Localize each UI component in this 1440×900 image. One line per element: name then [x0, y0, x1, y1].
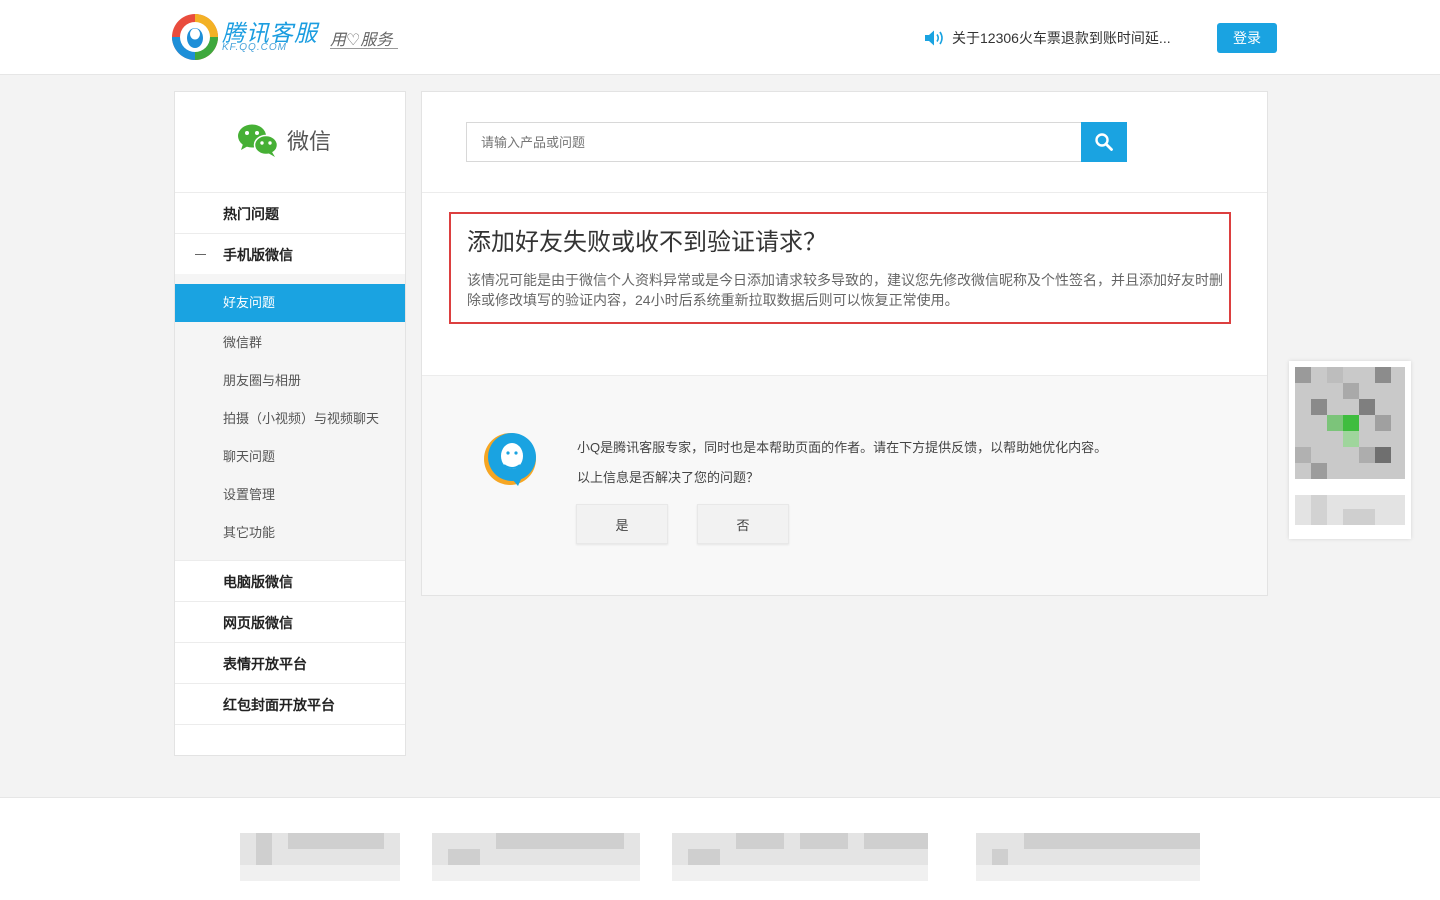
question-title: 添加好友失败或收不到验证请求？ [467, 229, 827, 256]
submenu: 好友问题 微信群 朋友圈与相册 拍摄（小视频）与视频聊天 聊天问题 设置管理 其… [175, 274, 405, 560]
sidebar-subitem-moments[interactable]: 朋友圈与相册 [223, 370, 301, 389]
divider [175, 560, 405, 561]
qr-code-icon [1295, 367, 1405, 525]
search-button[interactable] [1081, 122, 1127, 162]
xiaoq-avatar-icon [484, 433, 536, 486]
qr-code-card[interactable] [1289, 361, 1411, 539]
product-name: 微信 [287, 129, 332, 154]
no-button[interactable]: 否 [697, 504, 789, 544]
sidebar-item-hot[interactable]: 热门问题 [223, 204, 279, 224]
main-content: 添加好友失败或收不到验证请求？ 该情况可能是由于微信个人资料异常或是今日添加请求… [421, 91, 1268, 596]
sidebar-item-sticker-platform[interactable]: 表情开放平台 [223, 654, 307, 674]
divider [175, 601, 405, 602]
sidebar-subitem-other[interactable]: 其它功能 [223, 522, 275, 541]
sidebar-subitem-chat[interactable]: 聊天问题 [223, 446, 275, 465]
answer-highlight: 添加好友失败或收不到验证请求？ 该情况可能是由于微信个人资料异常或是今日添加请求… [449, 212, 1231, 324]
answer-body: 该情况可能是由于微信个人资料异常或是今日添加请求较多导致的，建议您先修改微信昵称… [467, 272, 1223, 308]
divider [175, 233, 405, 234]
notice-link[interactable]: 关于12306火车票退款到账时间延... [924, 28, 1171, 48]
divider [175, 642, 405, 643]
collapse-icon[interactable] [195, 254, 206, 255]
speaker-icon [925, 30, 943, 46]
feedback-question: 以上信息是否解决了您的问题？ [577, 470, 760, 485]
wechat-icon [238, 124, 279, 157]
sidebar-item-mobile-wechat[interactable]: 手机版微信 [223, 245, 293, 265]
search-icon [1095, 133, 1113, 151]
feedback-intro: 小Q是腾讯客服专家，同时也是本帮助页面的作者。请在下方提供反馈，以帮助她优化内容… [577, 440, 1108, 455]
slogan-underline [330, 48, 398, 49]
feedback-section: 小Q是腾讯客服专家，同时也是本帮助页面的作者。请在下方提供反馈，以帮助她优化内容… [422, 375, 1267, 595]
site-header: 腾讯客服 KF.QQ.COM 用♡服务 关于12306火车票退款到账时间延...… [0, 0, 1440, 75]
sidebar-subitem-settings[interactable]: 设置管理 [223, 484, 275, 503]
sidebar-item-web-wechat[interactable]: 网页版微信 [223, 613, 293, 633]
sidebar-item-redpacket-platform[interactable]: 红包封面开放平台 [223, 695, 335, 715]
sidebar: 微信 热门问题 手机版微信 好友问题 微信群 朋友圈与相册 拍摄（小视频）与视频… [174, 91, 406, 756]
login-button[interactable]: 登录 [1217, 23, 1277, 53]
footer [0, 797, 1440, 900]
notice-text: 关于12306火车票退款到账时间延... [952, 30, 1171, 46]
product-header: 微信 [237, 122, 331, 158]
footer-blurred-links [240, 833, 1200, 881]
logo-subtitle: KF.QQ.COM [222, 42, 287, 53]
sidebar-subitem-friends[interactable]: 好友问题 [175, 284, 405, 322]
divider [175, 192, 405, 193]
search-input[interactable] [466, 122, 1082, 162]
slogan: 用♡服务 [330, 30, 393, 49]
divider [175, 724, 405, 725]
sidebar-subitem-groups[interactable]: 微信群 [223, 332, 262, 351]
divider [422, 192, 1267, 193]
sidebar-subitem-video[interactable]: 拍摄（小视频）与视频聊天 [223, 408, 379, 427]
sidebar-item-pc-wechat[interactable]: 电脑版微信 [223, 572, 293, 592]
yes-button[interactable]: 是 [576, 504, 668, 544]
tencent-kf-logo-icon[interactable] [170, 12, 220, 62]
divider [175, 683, 405, 684]
